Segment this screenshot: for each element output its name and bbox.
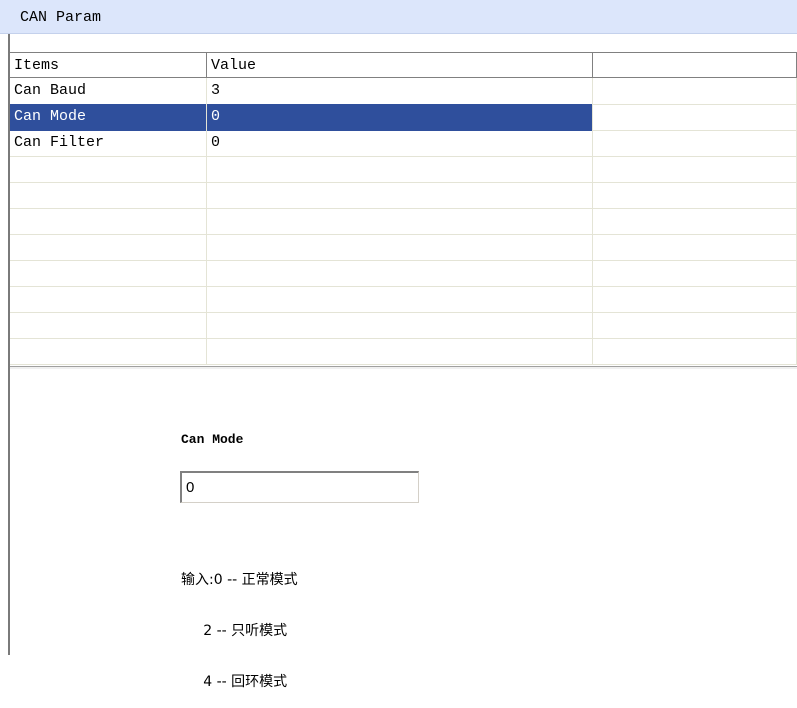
- table-cell-value[interactable]: [207, 208, 593, 235]
- grid-header-row: Items Value: [10, 52, 797, 78]
- table-cell-extra[interactable]: [593, 208, 797, 235]
- table-cell-item[interactable]: [10, 286, 207, 313]
- hint-line: 输入:0 -- 正常模式: [181, 572, 298, 588]
- table-cell-item[interactable]: [10, 234, 207, 261]
- table-cell-item[interactable]: Can Filter: [10, 130, 207, 157]
- table-cell-value[interactable]: [207, 286, 593, 313]
- table-row[interactable]: [10, 286, 797, 313]
- table-row[interactable]: [10, 312, 797, 339]
- table-cell-extra[interactable]: [593, 260, 797, 287]
- table-cell-extra[interactable]: [593, 338, 797, 365]
- table-cell-extra[interactable]: [593, 104, 797, 131]
- table-cell-value[interactable]: [207, 182, 593, 209]
- table-row[interactable]: [10, 260, 797, 287]
- table-cell-extra[interactable]: [593, 182, 797, 209]
- table-cell-value[interactable]: 3: [207, 78, 593, 105]
- param-grid[interactable]: Items Value Can Baud 3 Can Mode 0 Can Filter…: [10, 52, 797, 366]
- table-cell-extra[interactable]: [593, 312, 797, 339]
- table-row[interactable]: Can Filter 0: [10, 130, 797, 157]
- table-row[interactable]: [10, 156, 797, 183]
- table-row[interactable]: [10, 234, 797, 261]
- table-cell-item[interactable]: [10, 208, 207, 235]
- table-row[interactable]: [10, 182, 797, 209]
- table-cell-item[interactable]: Can Mode: [10, 104, 207, 131]
- table-cell-item[interactable]: Can Baud: [10, 78, 207, 105]
- table-cell-item[interactable]: [10, 312, 207, 339]
- table-row[interactable]: Can Mode 0: [10, 104, 797, 131]
- table-cell-value[interactable]: [207, 312, 593, 339]
- table-row[interactable]: [10, 338, 797, 365]
- table-cell-value[interactable]: 0: [207, 130, 593, 157]
- table-row[interactable]: Can Baud 3: [10, 78, 797, 105]
- column-header-items[interactable]: Items: [10, 53, 207, 78]
- table-cell-extra[interactable]: [593, 156, 797, 183]
- hint-line: 4 -- 回环模式: [181, 674, 288, 690]
- table-cell-item[interactable]: [10, 338, 207, 365]
- table-cell-value[interactable]: [207, 234, 593, 261]
- column-header-value[interactable]: Value: [207, 53, 593, 78]
- table-cell-item[interactable]: [10, 260, 207, 287]
- detail-value-input[interactable]: [180, 471, 419, 503]
- panel-title-bar: CAN Param: [0, 0, 797, 34]
- table-cell-item[interactable]: [10, 182, 207, 209]
- column-header-extra[interactable]: [593, 53, 797, 78]
- table-row[interactable]: [10, 208, 797, 235]
- table-cell-value[interactable]: [207, 156, 593, 183]
- table-cell-item[interactable]: [10, 156, 207, 183]
- table-cell-value[interactable]: 0: [207, 104, 593, 131]
- table-cell-extra[interactable]: [593, 130, 797, 157]
- detail-field-label: Can Mode: [181, 432, 244, 447]
- table-cell-value[interactable]: [207, 338, 593, 365]
- table-cell-extra[interactable]: [593, 286, 797, 313]
- splitter[interactable]: [10, 366, 797, 369]
- detail-hint-text: 输入:0 -- 正常模式 2 -- 只听模式 4 -- 回环模式: [181, 538, 298, 708]
- table-cell-value[interactable]: [207, 260, 593, 287]
- panel-title: CAN Param: [20, 9, 102, 26]
- table-cell-extra[interactable]: [593, 78, 797, 105]
- table-cell-extra[interactable]: [593, 234, 797, 261]
- hint-line: 2 -- 只听模式: [181, 623, 288, 639]
